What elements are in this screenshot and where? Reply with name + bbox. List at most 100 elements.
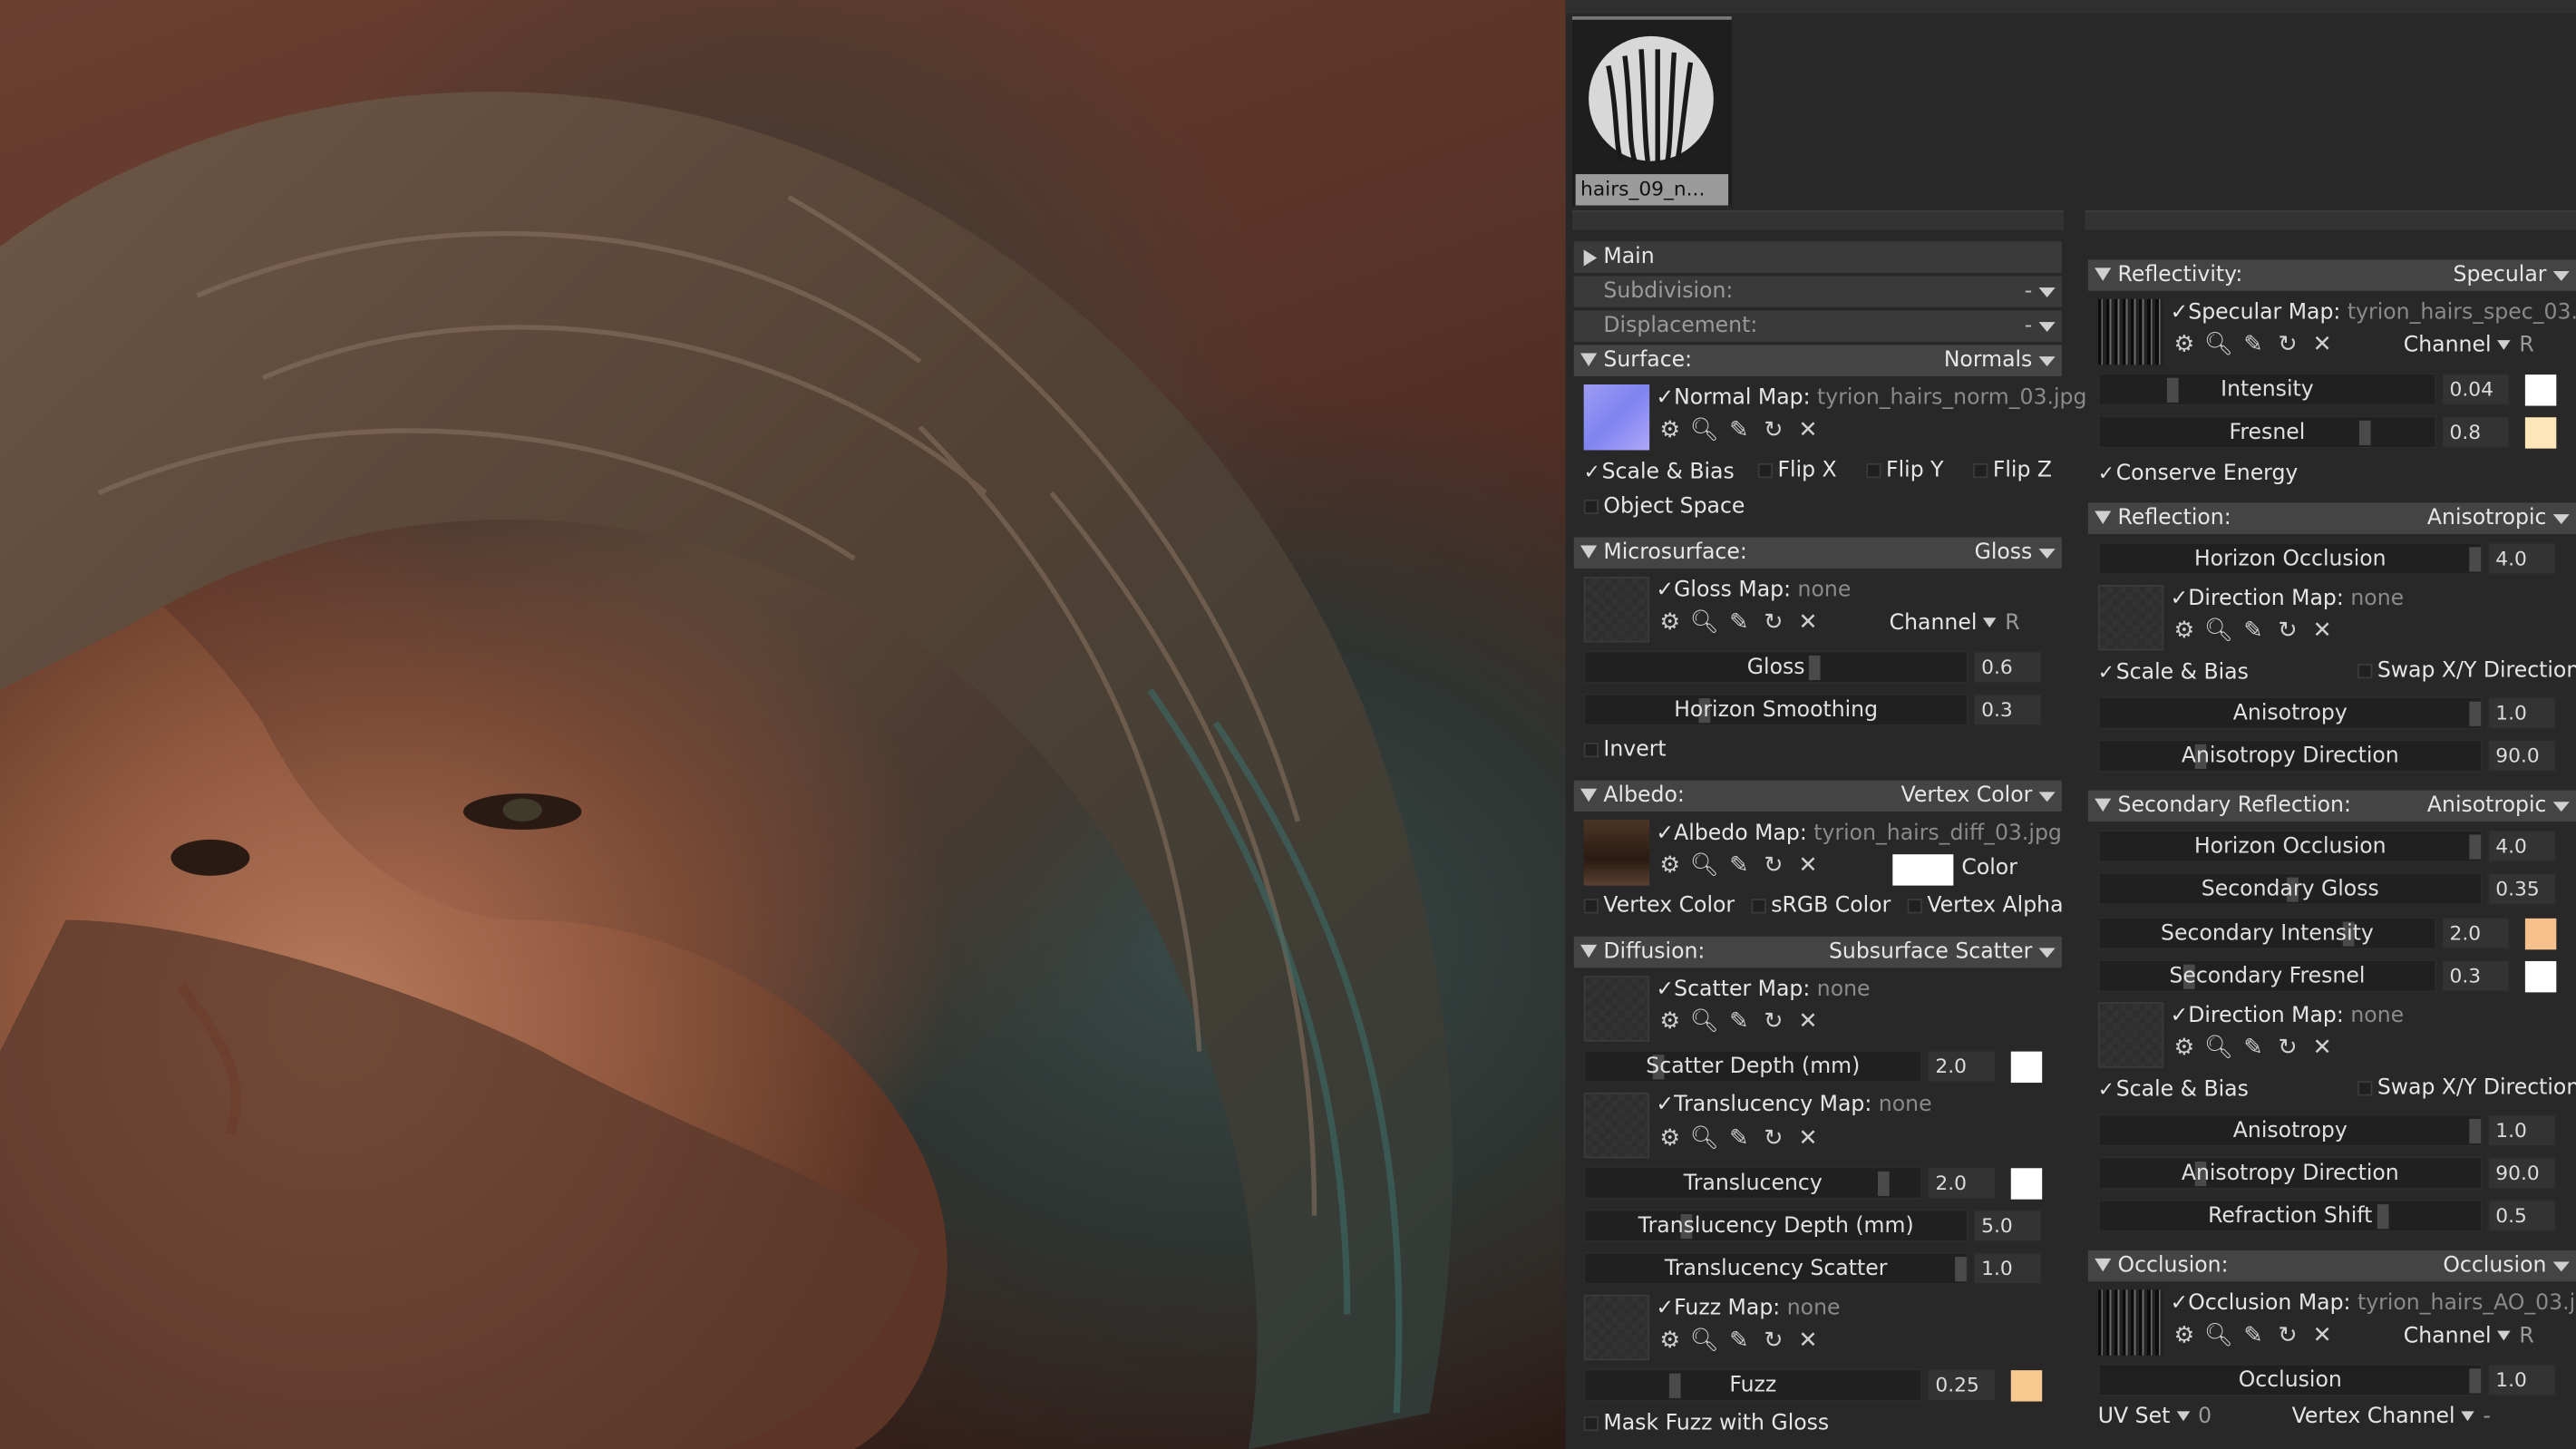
close-icon[interactable]: ✕ bbox=[1791, 1125, 1825, 1152]
pencil-icon[interactable]: ✎ bbox=[1722, 852, 1756, 879]
section-displacement[interactable]: Displacement: - bbox=[1573, 310, 2062, 342]
secondary-gloss-slider[interactable]: Secondary Gloss bbox=[2097, 872, 2483, 906]
horizon-smoothing-slider[interactable]: Horizon Smoothing bbox=[1583, 693, 1968, 726]
flip-x-checkbox[interactable]: Flip X bbox=[1757, 457, 1837, 487]
search-icon[interactable]: 🔍︎ bbox=[1687, 1125, 1722, 1152]
fuzz-value[interactable]: 0.25 bbox=[1927, 1368, 1997, 1402]
close-icon[interactable]: ✕ bbox=[2305, 618, 2339, 644]
material-thumbnail[interactable]: hairs_09_n... bbox=[1571, 16, 1732, 206]
secondary-swap-xy-checkbox[interactable]: Swap X/Y Direction bbox=[2357, 1075, 2576, 1104]
search-icon[interactable]: 🔍︎ bbox=[1687, 417, 1722, 443]
section-surface[interactable]: Surface: Normals bbox=[1573, 345, 2062, 376]
refresh-icon[interactable]: ↻ bbox=[2270, 618, 2305, 644]
translucency-map-thumbnail[interactable] bbox=[1583, 1092, 1650, 1159]
occlusion-channel-select[interactable]: Channel R bbox=[2404, 1324, 2534, 1348]
scatter-depth-value[interactable]: 2.0 bbox=[1927, 1049, 1997, 1084]
mask-fuzz-checkbox[interactable]: Mask Fuzz with Gloss bbox=[1583, 1410, 1829, 1440]
scale-bias-checkbox[interactable]: ✓ Scale & Bias bbox=[1584, 457, 1735, 488]
section-diffusion[interactable]: Diffusion: Subsurface Scatter bbox=[1573, 936, 2062, 968]
flip-y-checkbox[interactable]: Flip Y bbox=[1866, 457, 1944, 487]
secondary-horizon-slider[interactable]: Horizon Occlusion bbox=[2097, 830, 2483, 863]
albedo-color-swatch[interactable] bbox=[1892, 854, 1954, 886]
vertex-channel-select[interactable]: Vertex Channel - bbox=[2292, 1405, 2491, 1429]
normal-map-thumbnail[interactable] bbox=[1583, 384, 1650, 451]
secondary-aniso-dir-slider[interactable]: Anisotropy Direction bbox=[2097, 1156, 2483, 1190]
gear-icon[interactable]: ⚙ bbox=[1653, 1009, 1687, 1036]
refresh-icon[interactable]: ↻ bbox=[2270, 1323, 2305, 1349]
intensity-value[interactable]: 0.04 bbox=[2441, 373, 2511, 406]
fresnel-value[interactable]: 0.8 bbox=[2441, 415, 2511, 449]
secondary-direction-map-row[interactable]: ✓Direction Map: none bbox=[2171, 1002, 2405, 1032]
gloss-map-thumbnail[interactable] bbox=[1583, 576, 1650, 643]
pencil-icon[interactable]: ✎ bbox=[1722, 1009, 1756, 1036]
occlusion-slider[interactable]: Occlusion bbox=[2097, 1363, 2483, 1397]
horizon-occlusion-slider[interactable]: Horizon Occlusion bbox=[2097, 541, 2483, 576]
section-subdivision[interactable]: Subdivision: - bbox=[1573, 276, 2062, 307]
close-icon[interactable]: ✕ bbox=[2305, 1035, 2339, 1061]
render-viewport[interactable] bbox=[0, 0, 1566, 1449]
section-albedo[interactable]: Albedo: Vertex Color bbox=[1573, 780, 2062, 812]
section-occlusion[interactable]: Occlusion: Occlusion bbox=[2087, 1250, 2576, 1282]
refraction-shift-slider[interactable]: Refraction Shift bbox=[2097, 1199, 2483, 1232]
specular-map-row[interactable]: ✓Specular Map: tyrion_hairs_spec_03.jpg bbox=[2171, 299, 2576, 329]
scatter-depth-slider[interactable]: Scatter Depth (mm) bbox=[1583, 1049, 1922, 1084]
close-icon[interactable]: ✕ bbox=[1791, 609, 1825, 636]
srgb-color-checkbox[interactable]: sRGB Color bbox=[1751, 892, 1891, 922]
pencil-icon[interactable]: ✎ bbox=[1722, 1327, 1756, 1354]
pencil-icon[interactable]: ✎ bbox=[2236, 1035, 2270, 1061]
search-icon[interactable]: 🔍︎ bbox=[2202, 332, 2236, 358]
anisotropy-slider[interactable]: Anisotropy bbox=[2097, 696, 2483, 730]
secondary-fresnel-value[interactable]: 0.3 bbox=[2441, 959, 2511, 993]
occlusion-value[interactable]: 1.0 bbox=[2487, 1363, 2557, 1397]
vertex-alpha-checkbox[interactable]: Vertex Alpha bbox=[1907, 892, 2064, 922]
refresh-icon[interactable]: ↻ bbox=[1756, 609, 1791, 636]
fresnel-color-swatch[interactable] bbox=[2524, 417, 2557, 449]
albedo-map-row[interactable]: ✓Albedo Map: tyrion_hairs_diff_03.jpg bbox=[1656, 820, 2061, 850]
horizon-smoothing-value[interactable]: 0.3 bbox=[1973, 693, 2043, 726]
section-reflection[interactable]: Reflection: Anisotropic bbox=[2087, 502, 2576, 534]
fuzz-map-row[interactable]: ✓Fuzz Map: none bbox=[1656, 1295, 1840, 1325]
invert-checkbox[interactable]: Invert bbox=[1583, 736, 1667, 766]
occlusion-map-row[interactable]: ✓Occlusion Map: tyrion_hairs_AO_03.jpg bbox=[2171, 1289, 2576, 1319]
gloss-map-row[interactable]: ✓Gloss Map: none bbox=[1656, 577, 1851, 607]
close-icon[interactable]: ✕ bbox=[1791, 1009, 1825, 1036]
gear-icon[interactable]: ⚙ bbox=[2167, 618, 2202, 644]
uv-set-select[interactable]: UV Set 0 bbox=[2098, 1405, 2211, 1429]
pencil-icon[interactable]: ✎ bbox=[2236, 1323, 2270, 1349]
direction-map-row[interactable]: ✓Direction Map: none bbox=[2171, 585, 2405, 615]
anisotropy-direction-value[interactable]: 90.0 bbox=[2487, 739, 2557, 773]
fuzz-color-swatch[interactable] bbox=[2010, 1370, 2043, 1402]
section-microsurface[interactable]: Microsurface: Gloss bbox=[1573, 537, 2062, 569]
gear-icon[interactable]: ⚙ bbox=[1653, 1125, 1687, 1152]
close-icon[interactable]: ✕ bbox=[2305, 332, 2339, 358]
search-icon[interactable]: 🔍︎ bbox=[1687, 609, 1722, 636]
close-icon[interactable]: ✕ bbox=[1791, 417, 1825, 443]
secondary-gloss-value[interactable]: 0.35 bbox=[2487, 872, 2557, 906]
refraction-shift-value[interactable]: 0.5 bbox=[2487, 1199, 2557, 1232]
search-icon[interactable]: 🔍︎ bbox=[2202, 1035, 2236, 1061]
conserve-energy-checkbox[interactable]: ✓ Conserve Energy bbox=[2098, 459, 2299, 490]
scatter-map-row[interactable]: ✓Scatter Map: none bbox=[1656, 976, 1870, 1006]
search-icon[interactable]: 🔍︎ bbox=[2202, 1323, 2236, 1349]
intensity-color-swatch[interactable] bbox=[2524, 374, 2557, 406]
secondary-anisotropy-slider[interactable]: Anisotropy bbox=[2097, 1113, 2483, 1147]
close-icon[interactable]: ✕ bbox=[1791, 1327, 1825, 1354]
direction-map-thumbnail[interactable] bbox=[2097, 585, 2164, 651]
search-icon[interactable]: 🔍︎ bbox=[1687, 852, 1722, 879]
translucency-map-row[interactable]: ✓Translucency Map: none bbox=[1656, 1091, 1931, 1121]
search-icon[interactable]: 🔍︎ bbox=[1687, 1009, 1722, 1036]
secondary-direction-map-thumbnail[interactable] bbox=[2097, 1002, 2164, 1068]
gloss-slider[interactable]: Gloss bbox=[1583, 650, 1968, 684]
refresh-icon[interactable]: ↻ bbox=[1756, 1009, 1791, 1036]
anisotropy-direction-slider[interactable]: Anisotropy Direction bbox=[2097, 739, 2483, 773]
specular-map-thumbnail[interactable] bbox=[2097, 298, 2164, 365]
secondary-fresnel-slider[interactable]: Secondary Fresnel bbox=[2097, 959, 2437, 993]
refresh-icon[interactable]: ↻ bbox=[1756, 1327, 1791, 1354]
close-icon[interactable]: ✕ bbox=[1791, 852, 1825, 879]
translucency-depth-slider[interactable]: Translucency Depth (mm) bbox=[1583, 1209, 1968, 1242]
section-main[interactable]: Main bbox=[1573, 241, 2062, 273]
translucency-scatter-slider[interactable]: Translucency Scatter bbox=[1583, 1251, 1968, 1285]
gear-icon[interactable]: ⚙ bbox=[1653, 852, 1687, 879]
translucency-value[interactable]: 2.0 bbox=[1927, 1166, 1997, 1200]
gear-icon[interactable]: ⚙ bbox=[2167, 332, 2202, 358]
